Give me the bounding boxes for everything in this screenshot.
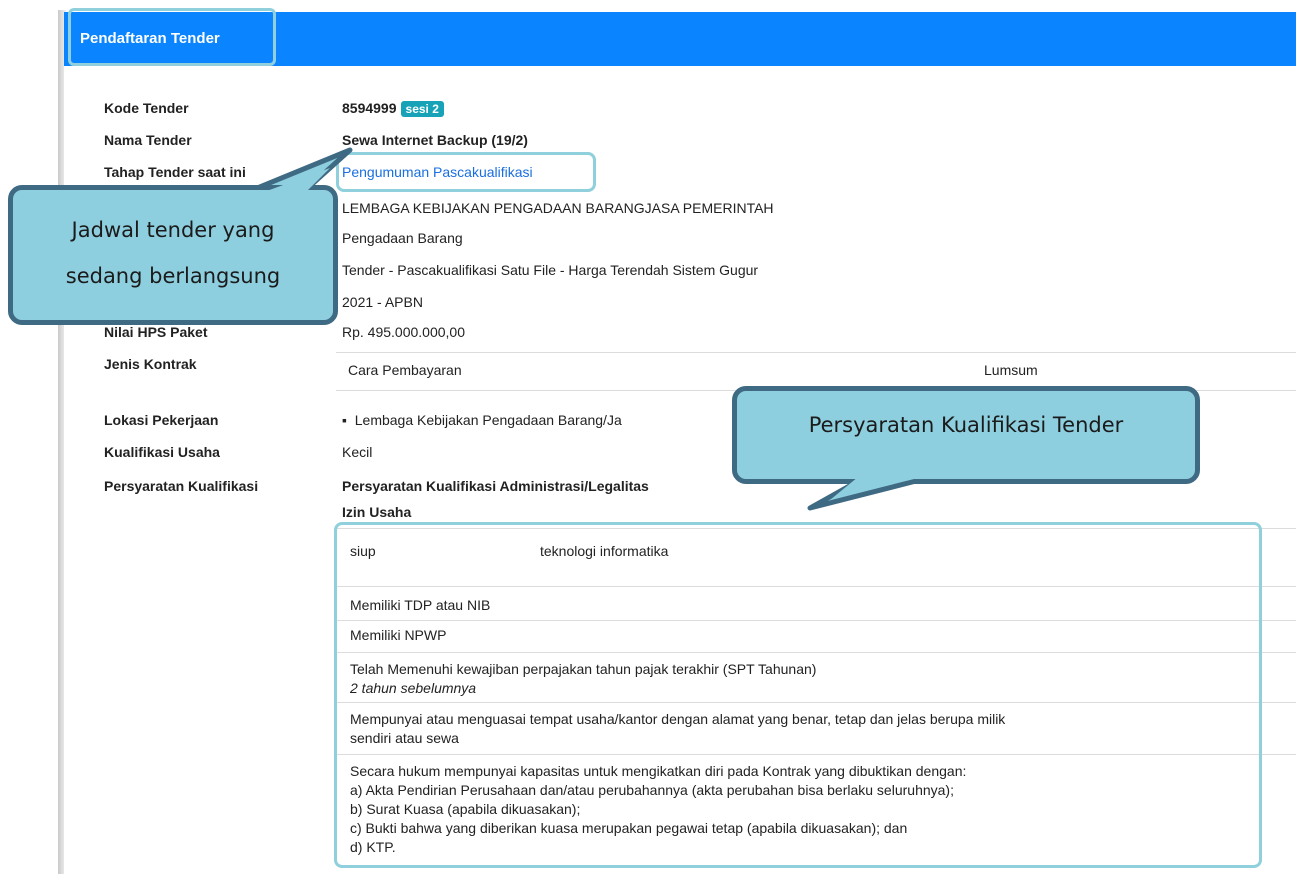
callout-tail-cover [830, 477, 922, 500]
